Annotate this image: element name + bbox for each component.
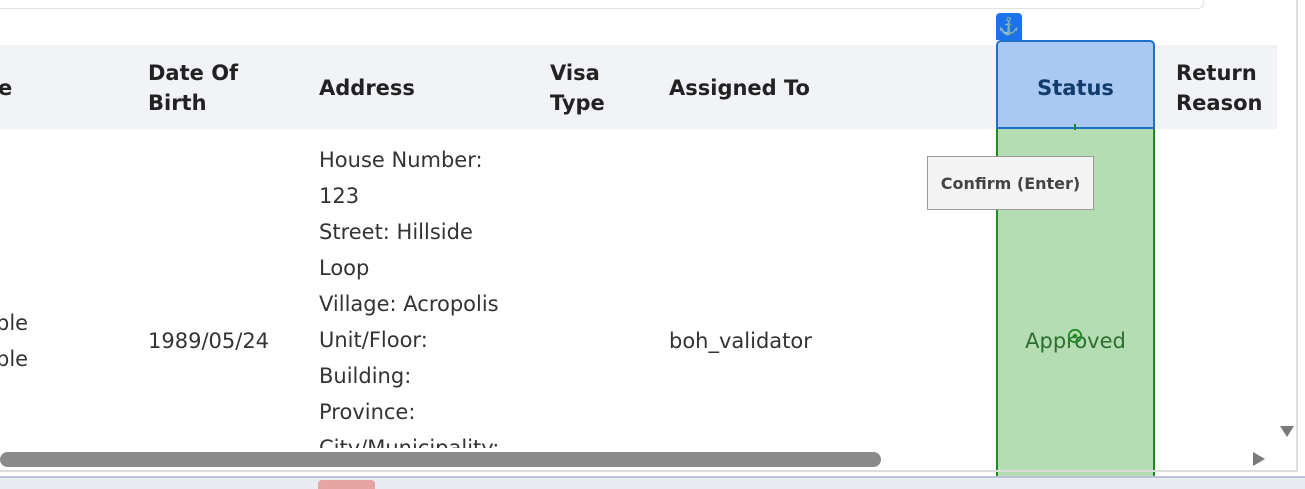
anchor-icon[interactable]: ⚓ — [996, 13, 1022, 40]
address-line: Province: — [319, 400, 416, 424]
header-dob-line-2: Birth — [148, 91, 207, 115]
container-bottom-edge — [0, 470, 1298, 472]
address-line: Street: Hillside — [319, 220, 473, 244]
cell-address: House Number: 123 Street: Hillside Loop … — [319, 142, 529, 448]
top-card — [0, 0, 1204, 9]
scroll-right-arrow-icon[interactable] — [1253, 452, 1265, 466]
table-viewport: e Date Of Birth Address Visa Type Assign… — [0, 0, 1305, 489]
scroll-down-arrow-icon[interactable] — [1280, 426, 1294, 437]
address-line: Building: — [319, 364, 412, 388]
header-visa-type[interactable]: Visa Type — [550, 58, 605, 118]
header-status[interactable]: Status — [996, 73, 1155, 103]
cell-assigned-to: boh_validator — [669, 329, 812, 353]
header-date-of-birth[interactable]: Date Of Birth — [148, 58, 238, 118]
container-right-edge — [1296, 0, 1298, 471]
confirm-tooltip[interactable]: Confirm (Enter) — [927, 156, 1094, 210]
address-line: House Number: — [319, 148, 483, 172]
header-name-partial[interactable]: e — [0, 73, 12, 103]
header-assigned-to[interactable]: Assigned To — [669, 73, 810, 103]
cell-name-partial-line-1: ple — [0, 311, 29, 335]
address-line: Loop — [319, 256, 370, 280]
header-return-reason[interactable]: Return Reason — [1176, 58, 1262, 118]
address-line: City/Municipality: — [319, 436, 500, 448]
header-address[interactable]: Address — [319, 73, 415, 103]
status-column-connector — [1074, 124, 1076, 130]
address-line: Unit/Floor: — [319, 328, 428, 352]
bottom-red-tab — [318, 480, 375, 489]
header-dob-line-1: Date Of — [148, 61, 239, 85]
cell-date-of-birth: 1989/05/24 — [148, 329, 270, 353]
address-line: 123 — [319, 184, 360, 208]
header-visa-line-2: Type — [550, 91, 605, 115]
header-return-line-1: Return — [1176, 61, 1257, 85]
bottom-panel-strip — [0, 476, 1305, 489]
horizontal-scrollbar-thumb[interactable] — [0, 452, 881, 467]
address-line: Village: Acropolis — [319, 292, 499, 316]
cell-name-partial-line-2: ple — [0, 347, 29, 371]
header-return-line-2: Reason — [1176, 91, 1263, 115]
header-visa-line-1: Visa — [550, 61, 600, 85]
target-icon — [1067, 328, 1083, 344]
